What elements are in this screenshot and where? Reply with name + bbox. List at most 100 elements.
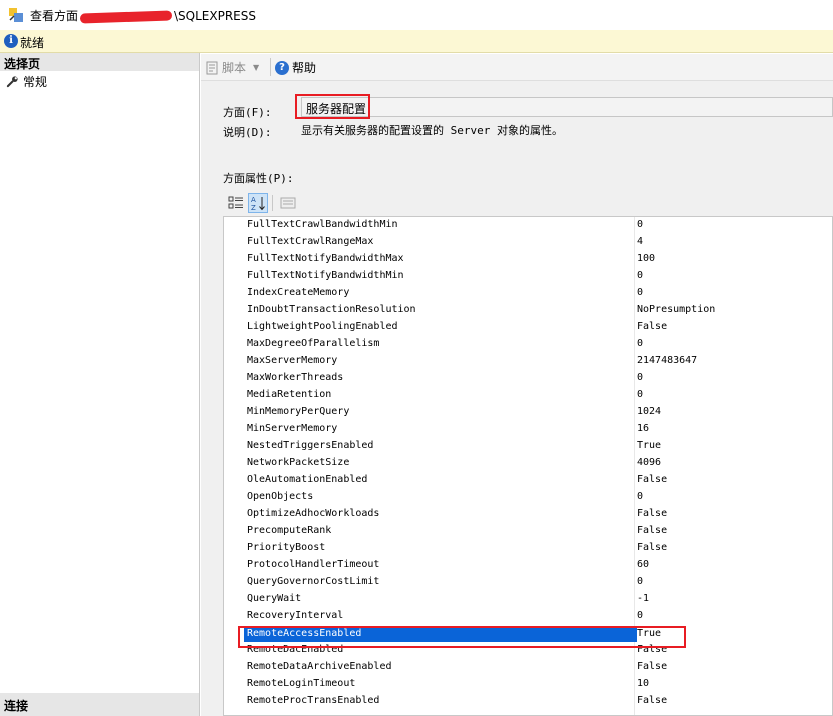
property-name: PriorityBoost — [247, 542, 326, 553]
property-name: MinMemoryPerQuery — [247, 406, 350, 417]
property-row[interactable]: ProtocolHandlerTimeout 60 — [224, 558, 832, 575]
property-name: ProtocolHandlerTimeout — [247, 559, 380, 570]
property-value[interactable]: 4 — [637, 236, 643, 247]
property-row[interactable]: FullTextCrawlBandwidthMin 0 — [224, 218, 832, 235]
property-grid-toolbar: A Z — [223, 192, 833, 216]
property-row[interactable]: NestedTriggersEnabled True — [224, 439, 832, 456]
property-value[interactable]: 60 — [637, 559, 649, 570]
property-name: MaxServerMemory — [247, 355, 338, 366]
property-name: RemoteProcTransEnabled — [247, 695, 380, 706]
property-name: OleAutomationEnabled — [247, 474, 368, 485]
property-row[interactable]: MediaRetention 0 — [224, 388, 832, 405]
property-row[interactable]: PrecomputeRank False — [224, 524, 832, 541]
property-value[interactable]: 0 — [637, 287, 643, 298]
help-button[interactable]: ? 帮助 — [275, 59, 316, 76]
property-row[interactable]: InDoubtTransactionResolution NoPresumptio… — [224, 303, 832, 320]
property-value[interactable]: False — [637, 661, 667, 672]
property-name: QueryGovernorCostLimit — [247, 576, 380, 587]
property-value[interactable]: 0 — [637, 372, 643, 383]
redacted-mark — [79, 9, 173, 24]
property-name: LightweightPoolingEnabled — [247, 321, 398, 332]
status-bar: i 就绪 — [0, 30, 833, 53]
help-icon: ? — [275, 60, 289, 75]
property-name: FullTextNotifyBandwidthMin — [247, 270, 404, 281]
property-row[interactable]: QueryWait -1 — [224, 592, 832, 609]
property-row[interactable]: RemoteDataArchiveEnabled False — [224, 660, 832, 677]
property-row[interactable]: QueryGovernorCostLimit 0 — [224, 575, 832, 592]
property-value[interactable]: True — [637, 440, 661, 451]
property-value[interactable]: 0 — [637, 389, 643, 400]
property-pages-button[interactable] — [278, 193, 298, 213]
property-row[interactable]: OptimizeAdhocWorkloads False — [224, 507, 832, 524]
property-row[interactable]: MinServerMemory 16 — [224, 422, 832, 439]
property-value[interactable]: False — [637, 321, 667, 332]
property-name: RemoteLoginTimeout — [247, 678, 356, 689]
facet-field[interactable]: 服务器配置 — [301, 97, 833, 117]
property-value[interactable]: 10 — [637, 678, 649, 689]
sort-az-icon: A Z — [251, 196, 265, 211]
wrench-icon — [6, 76, 18, 88]
property-row[interactable]: MaxDegreeOfParallelism 0 — [224, 337, 832, 354]
property-name: PrecomputeRank — [247, 525, 332, 536]
property-name: RecoveryInterval — [247, 610, 344, 621]
alphabetical-sort-button[interactable]: A Z — [248, 193, 268, 213]
property-row[interactable]: RecoveryInterval 0 — [224, 609, 832, 626]
property-row[interactable]: LightweightPoolingEnabled False — [224, 320, 832, 337]
toolbar: 脚本 ▼ ? 帮助 — [201, 54, 833, 81]
property-name: MaxWorkerThreads — [247, 372, 344, 383]
window-title: 查看方面 \SQLEXPRESS — [30, 7, 256, 24]
property-row[interactable]: FullTextCrawlRangeMax 4 — [224, 235, 832, 252]
property-value[interactable]: 0 — [637, 338, 643, 349]
toolbar-divider — [270, 58, 271, 76]
window-title-prefix: 查看方面 — [30, 9, 79, 23]
property-value[interactable]: 16 — [637, 423, 649, 434]
property-value[interactable]: 0 — [637, 610, 643, 621]
property-name: NestedTriggersEnabled — [247, 440, 374, 451]
property-row[interactable]: MaxServerMemory 2147483647 — [224, 354, 832, 371]
property-value[interactable]: 4096 — [637, 457, 661, 468]
property-row[interactable]: NetworkPacketSize 4096 — [224, 456, 832, 473]
property-row[interactable]: MinMemoryPerQuery 1024 — [224, 405, 832, 422]
property-value[interactable]: 100 — [637, 253, 655, 264]
property-row[interactable]: FullTextNotifyBandwidthMin 0 — [224, 269, 832, 286]
facet-highlight-box — [295, 94, 370, 119]
property-name: MediaRetention — [247, 389, 332, 400]
script-icon — [206, 61, 218, 74]
property-row[interactable]: RemoteLoginTimeout 10 — [224, 677, 832, 694]
property-row[interactable]: MaxWorkerThreads 0 — [224, 371, 832, 388]
window-title-suffix: \SQLEXPRESS — [174, 9, 256, 23]
property-value[interactable]: 0 — [637, 491, 643, 502]
property-value[interactable]: False — [637, 525, 667, 536]
property-row[interactable]: OleAutomationEnabled False — [224, 473, 832, 490]
property-pages-icon — [280, 197, 296, 209]
property-value[interactable]: 1024 — [637, 406, 661, 417]
property-value[interactable]: False — [637, 542, 667, 553]
property-value[interactable]: 0 — [637, 219, 643, 230]
page-item-general[interactable]: 常规 — [6, 73, 47, 90]
connection-header: 连接 — [0, 693, 199, 716]
property-name: MaxDegreeOfParallelism — [247, 338, 380, 349]
facet-app-icon — [9, 8, 23, 22]
property-value[interactable]: 0 — [637, 270, 643, 281]
property-row[interactable]: RemoteProcTransEnabled False — [224, 694, 832, 711]
property-name: FullTextCrawlRangeMax — [247, 236, 374, 247]
property-row[interactable]: FullTextNotifyBandwidthMax 100 — [224, 252, 832, 269]
property-value[interactable]: False — [637, 695, 667, 706]
property-value[interactable]: 2147483647 — [637, 355, 697, 366]
property-value[interactable]: -1 — [637, 593, 649, 604]
property-row[interactable]: PriorityBoost False — [224, 541, 832, 558]
facet-label: 方面(F): — [223, 106, 272, 119]
property-value[interactable]: False — [637, 474, 667, 485]
property-row[interactable]: IndexCreateMemory 0 — [224, 286, 832, 303]
script-button[interactable]: 脚本 ▼ — [205, 59, 259, 76]
chevron-down-icon[interactable]: ▼ — [253, 63, 259, 72]
property-row[interactable]: OpenObjects 0 — [224, 490, 832, 507]
select-page-title: 选择页 — [4, 57, 41, 71]
categorized-view-button[interactable] — [226, 193, 246, 213]
property-value[interactable]: 0 — [637, 576, 643, 587]
property-value[interactable]: False — [637, 508, 667, 519]
property-name: FullTextCrawlBandwidthMin — [247, 219, 398, 230]
select-page-header: 选择页 — [0, 53, 199, 71]
property-value[interactable]: NoPresumption — [637, 304, 715, 315]
description-text: 显示有关服务器的配置设置的 Server 对象的属性。 — [301, 124, 563, 137]
